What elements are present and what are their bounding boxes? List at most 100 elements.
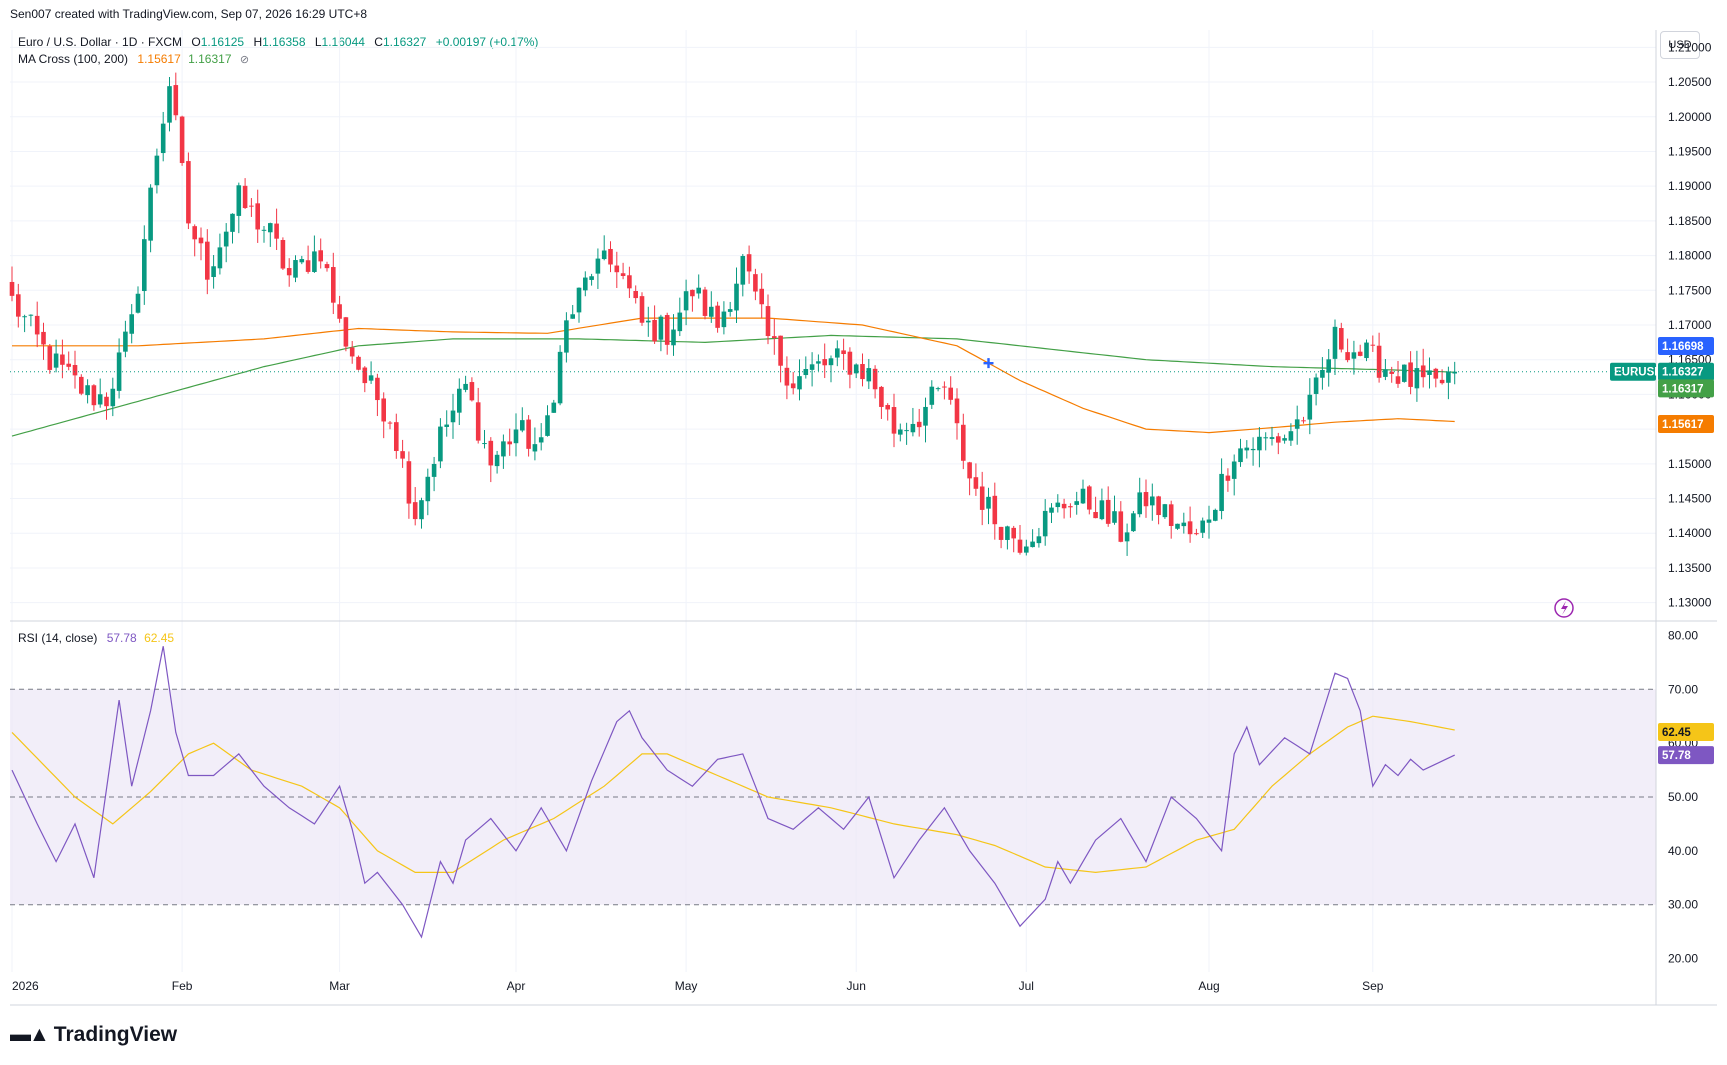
candle-body bbox=[104, 396, 109, 407]
price-tick-label: 1.13500 bbox=[1668, 561, 1712, 575]
candle-body bbox=[1124, 532, 1130, 542]
candle-body bbox=[557, 351, 563, 404]
candle-body bbox=[885, 405, 890, 410]
candle-body bbox=[879, 386, 884, 407]
candle-body bbox=[419, 500, 424, 520]
candle-body bbox=[236, 185, 242, 216]
candle-body bbox=[998, 526, 1004, 540]
candle-body bbox=[463, 383, 468, 390]
candle-body bbox=[1137, 492, 1142, 515]
price-tick-label: 1.17500 bbox=[1668, 283, 1712, 297]
candle-body bbox=[1168, 504, 1174, 526]
candle-body bbox=[173, 85, 179, 116]
candle-body bbox=[929, 386, 935, 405]
candle-body bbox=[992, 495, 998, 525]
candle-body bbox=[746, 254, 752, 272]
candle-body bbox=[167, 86, 172, 123]
candle-body bbox=[1030, 541, 1035, 548]
rsi-ma-tag: 62.45 bbox=[1662, 727, 1691, 739]
rsi-tick-label: 50.00 bbox=[1668, 790, 1698, 804]
rsi-tick-label: 30.00 bbox=[1668, 898, 1698, 912]
candle-body bbox=[1257, 436, 1262, 451]
candle-body bbox=[1087, 486, 1092, 510]
candle-body bbox=[727, 309, 733, 312]
candle-body bbox=[1068, 506, 1073, 508]
rsi-tick-label: 70.00 bbox=[1668, 682, 1698, 696]
cross-price-tag: 1.16698 bbox=[1662, 341, 1704, 353]
candle-body bbox=[841, 350, 846, 355]
candle-body bbox=[299, 259, 305, 263]
candle-body bbox=[664, 315, 670, 345]
candle-body bbox=[1017, 539, 1023, 553]
candle-body bbox=[343, 317, 349, 347]
candle-body bbox=[1131, 513, 1136, 532]
price-tick-label: 1.18000 bbox=[1668, 249, 1712, 263]
chart-canvas[interactable]: 1.130001.135001.140001.145001.150001.155… bbox=[0, 0, 1727, 1065]
candle-body bbox=[1244, 447, 1250, 451]
candle-body bbox=[835, 348, 840, 358]
candle-body bbox=[696, 287, 701, 294]
candle-body bbox=[778, 335, 783, 366]
candle-body bbox=[520, 420, 525, 431]
candle-body bbox=[677, 312, 683, 332]
time-tick-label: Apr bbox=[507, 979, 526, 993]
candle-body bbox=[1439, 379, 1445, 384]
candle-body bbox=[312, 251, 317, 272]
time-tick-label: Feb bbox=[172, 979, 193, 993]
candle-body bbox=[186, 161, 191, 224]
candle-body bbox=[1112, 511, 1117, 523]
candle-body bbox=[1162, 504, 1168, 518]
time-tick-label: Jul bbox=[1019, 979, 1034, 993]
candle-body bbox=[1294, 419, 1300, 429]
candle-body bbox=[513, 429, 519, 444]
candle-body bbox=[633, 290, 638, 299]
candle-body bbox=[179, 116, 185, 164]
candle-body bbox=[1395, 376, 1401, 384]
candle-body bbox=[192, 226, 197, 240]
chart-decorations bbox=[10, 358, 1656, 618]
candle-body bbox=[375, 377, 380, 401]
candle-body bbox=[223, 231, 229, 247]
candle-body bbox=[1213, 509, 1218, 521]
candle-body bbox=[79, 376, 84, 394]
candle-body bbox=[356, 356, 361, 370]
candle-body bbox=[1263, 437, 1268, 439]
candle-body bbox=[734, 283, 739, 311]
candle-body bbox=[1150, 496, 1155, 506]
price-tick-label: 1.20500 bbox=[1668, 75, 1712, 89]
candle-body bbox=[1238, 448, 1243, 463]
candle-body bbox=[570, 314, 575, 319]
candle-body bbox=[1427, 370, 1432, 375]
candle-body bbox=[255, 203, 260, 230]
candle-body bbox=[608, 248, 613, 265]
candle-body bbox=[286, 268, 292, 276]
candle-body bbox=[488, 440, 494, 466]
candle-body bbox=[1414, 368, 1420, 389]
tradingview-logo[interactable]: ▬▲ TradingView bbox=[10, 1023, 177, 1047]
candle-body bbox=[362, 367, 368, 384]
candle-body bbox=[942, 386, 947, 388]
candle-body bbox=[740, 256, 746, 285]
price-tick-label: 1.14000 bbox=[1668, 526, 1712, 540]
time-tick-label: Sep bbox=[1362, 979, 1384, 993]
candle-body bbox=[595, 258, 601, 274]
candle-body bbox=[293, 260, 298, 278]
price-tick-label: 1.21000 bbox=[1668, 40, 1712, 54]
candle-body bbox=[646, 320, 651, 323]
candle-body bbox=[97, 394, 103, 405]
candle-body bbox=[1036, 536, 1042, 544]
candle-body bbox=[979, 486, 985, 510]
candle-body bbox=[753, 274, 758, 292]
ma100-line bbox=[12, 317, 1455, 434]
candle-body bbox=[494, 454, 500, 467]
price-tick-label: 1.13000 bbox=[1668, 596, 1712, 610]
candle-body bbox=[116, 352, 122, 391]
candle-body bbox=[790, 383, 796, 389]
candle-body bbox=[564, 320, 569, 353]
candle-body bbox=[412, 502, 418, 520]
rsi-tick-label: 40.00 bbox=[1668, 844, 1698, 858]
candle-body bbox=[349, 347, 355, 357]
candle-body bbox=[85, 385, 90, 396]
price-tick-label: 1.19500 bbox=[1668, 144, 1712, 158]
candle-body bbox=[1276, 436, 1281, 443]
